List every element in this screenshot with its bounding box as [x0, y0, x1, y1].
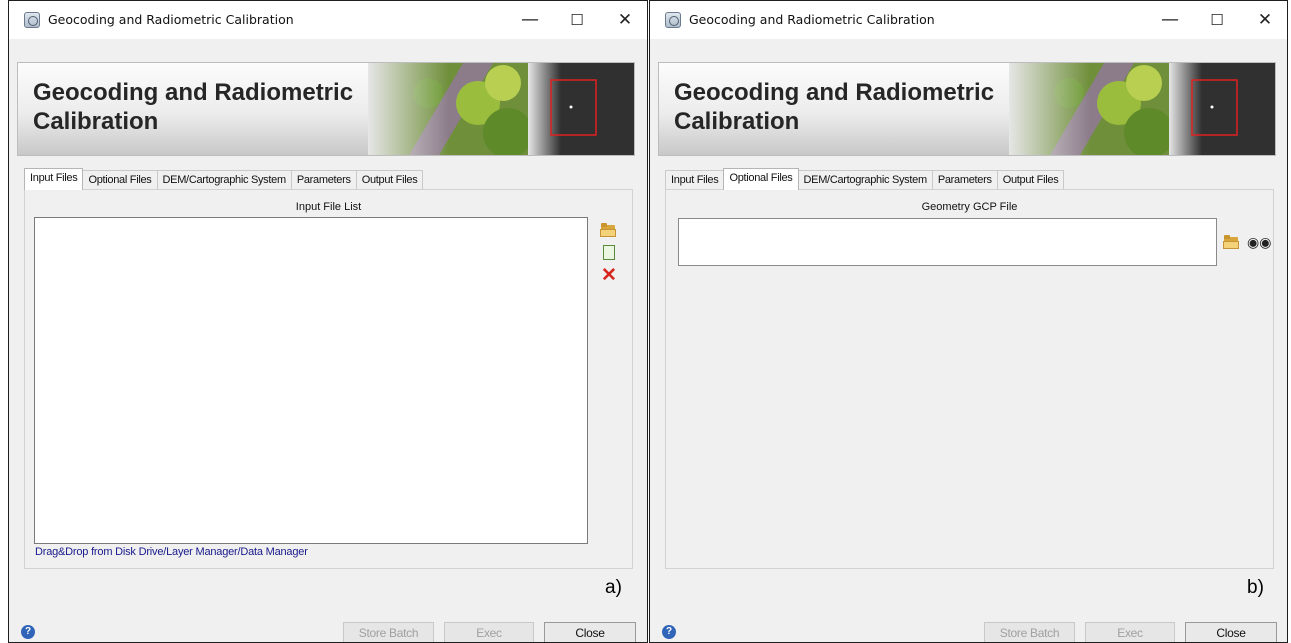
minimize-button[interactable]: —: [517, 7, 543, 33]
header-banner: Geocoding and Radiometric Calibration: [658, 62, 1276, 156]
help-icon[interactable]: ?: [662, 625, 676, 639]
tab-panel-optional-files: Geometry GCP File ◉◉: [665, 189, 1274, 569]
geometry-gcp-file-input[interactable]: [678, 218, 1217, 266]
delete-x-icon[interactable]: ✕: [601, 266, 617, 285]
exec-button[interactable]: Exec: [1085, 622, 1175, 642]
binoculars-icon[interactable]: ◉◉: [1247, 234, 1271, 250]
new-page-icon[interactable]: [603, 245, 615, 260]
tab-output-files[interactable]: Output Files: [996, 170, 1065, 190]
tab-output-files[interactable]: Output Files: [355, 170, 424, 190]
banner-title: Geocoding and Radiometric Calibration: [33, 79, 354, 135]
window-title: Geocoding and Radiometric Calibration: [48, 12, 294, 27]
figure-label: a): [605, 577, 622, 598]
maximize-button[interactable]: ☐: [564, 7, 590, 33]
open-folder-icon[interactable]: [600, 222, 616, 238]
tab-input-files[interactable]: Input Files: [24, 168, 84, 190]
minimize-button[interactable]: —: [1157, 7, 1183, 33]
title-bar[interactable]: Geocoding and Radiometric Calibration — …: [650, 1, 1287, 39]
tab-parameters[interactable]: Parameters: [290, 170, 357, 190]
bottom-button-bar: ? Store Batch Exec Close: [650, 622, 1287, 642]
maximize-button[interactable]: ☐: [1204, 7, 1230, 33]
store-batch-button[interactable]: Store Batch: [984, 622, 1075, 642]
tab-panel-input-files: Input File List ✕ Drag&Drop from Disk Dr…: [24, 189, 633, 569]
tab-parameters[interactable]: Parameters: [931, 170, 998, 190]
tab-dem-cartographic-system[interactable]: DEM/Cartographic System: [797, 170, 933, 190]
help-icon[interactable]: ?: [21, 625, 35, 639]
close-window-button[interactable]: ✕: [1252, 7, 1278, 33]
title-bar[interactable]: Geocoding and Radiometric Calibration — …: [9, 1, 647, 39]
app-icon: [24, 12, 40, 28]
tab-strip: Input Files Optional Files DEM/Cartograp…: [24, 168, 424, 190]
drag-drop-hint: Drag&Drop from Disk Drive/Layer Manager/…: [35, 546, 308, 558]
tab-optional-files[interactable]: Optional Files: [82, 170, 158, 190]
banner-aerial-image: [1009, 63, 1275, 155]
figure-label: b): [1247, 577, 1264, 598]
open-folder-icon[interactable]: [1223, 234, 1239, 250]
tab-dem-cartographic-system[interactable]: DEM/Cartographic System: [156, 170, 292, 190]
dialog-optional-files: Geocoding and Radiometric Calibration — …: [649, 0, 1288, 643]
tab-optional-files[interactable]: Optional Files: [723, 168, 799, 190]
bottom-button-bar: ? Store Batch Exec Close: [9, 622, 647, 642]
input-file-list[interactable]: [34, 217, 588, 544]
header-banner: Geocoding and Radiometric Calibration: [17, 62, 635, 156]
window-title: Geocoding and Radiometric Calibration: [689, 12, 935, 27]
input-file-list-label: Input File List: [295, 201, 362, 213]
exec-button[interactable]: Exec: [444, 622, 534, 642]
store-batch-button[interactable]: Store Batch: [343, 622, 434, 642]
geometry-gcp-file-label: Geometry GCP File: [921, 201, 1018, 213]
app-icon: [665, 12, 681, 28]
close-button[interactable]: Close: [544, 622, 636, 642]
dialog-input-files: Geocoding and Radiometric Calibration — …: [8, 0, 648, 643]
banner-aerial-image: [368, 63, 634, 155]
banner-title: Geocoding and Radiometric Calibration: [674, 79, 995, 135]
close-window-button[interactable]: ✕: [612, 7, 638, 33]
tab-input-files[interactable]: Input Files: [665, 170, 725, 190]
tab-strip: Input Files Optional Files DEM/Cartograp…: [665, 168, 1065, 190]
close-button[interactable]: Close: [1185, 622, 1277, 642]
